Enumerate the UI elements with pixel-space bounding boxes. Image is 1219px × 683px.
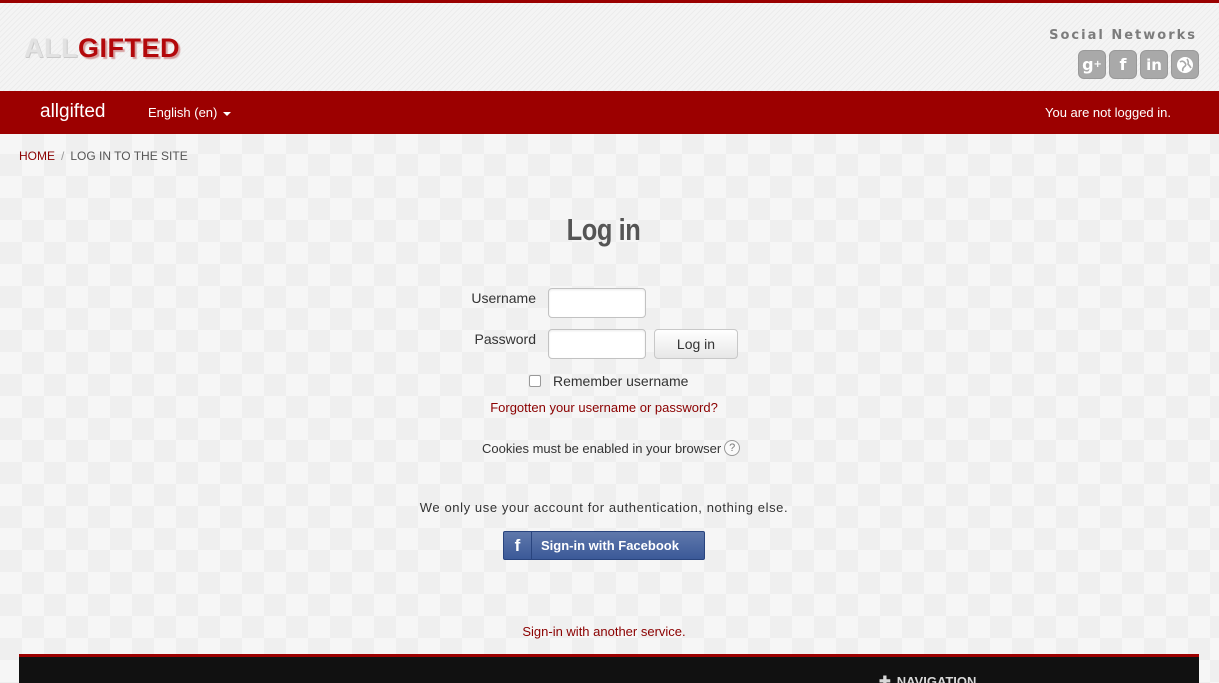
logo-text-all: ALL [24,33,78,63]
auth-note: We only use your account for authenticat… [419,500,789,515]
chevron-down-icon [223,111,232,116]
facebook-signin-label: Sign-in with Facebook [541,538,679,553]
move-icon: ✚ [879,673,891,683]
language-dropdown[interactable]: English (en) [148,105,232,120]
breadcrumb-separator: / [61,149,65,163]
google-plus-icon[interactable]: g + [1078,50,1106,79]
navigation-block-header[interactable]: ✚ NAVIGATION [879,673,976,683]
password-label: Password [474,331,536,347]
login-status-text: You are not logged in. [1044,105,1171,120]
cookies-notice-text: Cookies must be enabled in your browser [482,440,722,456]
other-service-link[interactable]: Sign-in with another service. [0,624,1208,639]
breadcrumb-current: LOG IN TO THE SITE [70,149,188,163]
forgot-password-link[interactable]: Forgotten your username or password? [0,400,1208,415]
cookies-notice: Cookies must be enabled in your browser … [482,440,741,456]
globe-icon[interactable] [1171,50,1199,79]
language-label: English (en) [148,105,218,120]
site-logo[interactable]: ALLGIFTED [24,33,180,64]
remember-username-checkbox[interactable] [529,375,541,387]
main-navbar: allgifted English (en) You are not logge… [0,91,1219,134]
facebook-signin-button[interactable]: f Sign-in with Facebook [503,531,705,560]
facebook-icon[interactable]: f [1109,50,1137,79]
page-title: Log in [566,212,641,247]
remember-username-label: Remember username [553,373,689,389]
login-button[interactable]: Log in [654,329,738,359]
site-header: ALLGIFTED Social Networks g + f in [0,3,1219,91]
password-input[interactable] [548,329,646,359]
logo-text-gifted: GIFTED [77,33,180,63]
navbar-brand[interactable]: allgifted [40,101,106,123]
social-networks-title: Social Networks [1049,28,1197,43]
help-icon[interactable]: ? [724,440,741,456]
username-label: Username [471,290,536,306]
social-icons-group: g + f in [1078,50,1199,79]
footer-bar: ✚ NAVIGATION [19,654,1199,683]
globe-icon-svg [1177,56,1193,73]
linkedin-icon[interactable]: in [1140,50,1168,79]
username-input[interactable] [548,288,646,318]
facebook-icon: f [504,532,532,559]
breadcrumb: HOME / LOG IN TO THE SITE [19,149,188,163]
breadcrumb-home[interactable]: HOME [19,149,55,163]
navigation-label: NAVIGATION [896,674,977,683]
